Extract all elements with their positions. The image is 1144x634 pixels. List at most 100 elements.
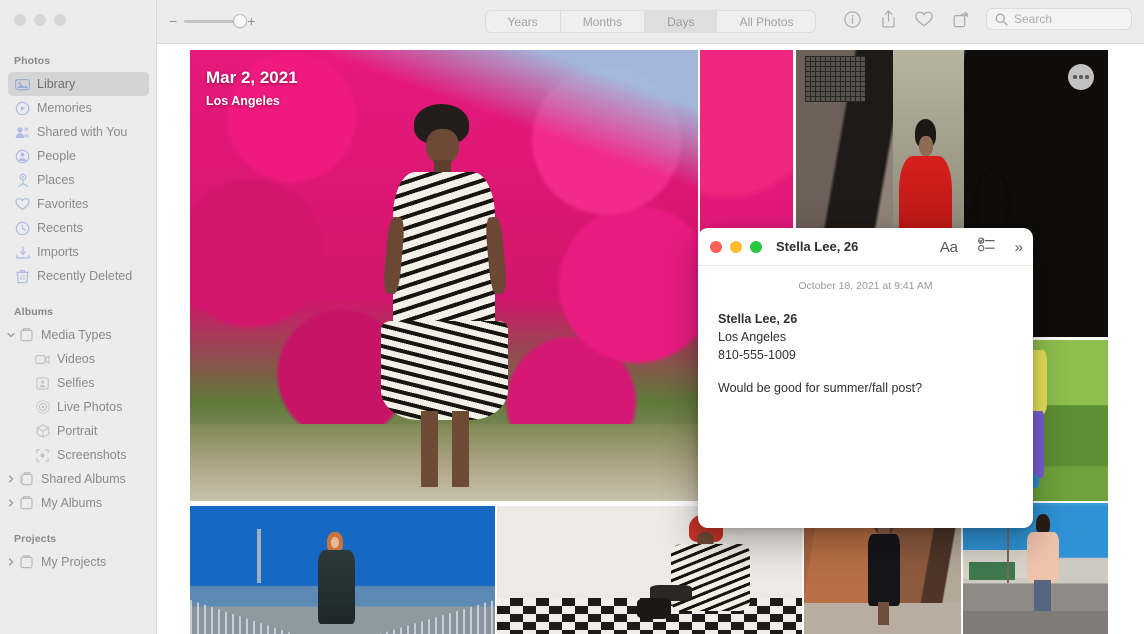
sidebar-item-memories[interactable]: Memories (8, 96, 149, 120)
import-icon (14, 244, 31, 261)
sidebar-item-live-photos[interactable]: Live Photos (8, 395, 149, 419)
disclosure-collapsed-icon[interactable] (6, 558, 16, 566)
notes-titlebar[interactable]: Stella Lee, 26 Aa » (698, 228, 1033, 266)
format-text-button[interactable]: Aa (940, 239, 958, 256)
sidebar-item-label: Screenshots (57, 448, 127, 462)
notes-title-text: Stella Lee, 26 (776, 239, 859, 254)
people-icon (14, 148, 31, 165)
sidebar-item-imports[interactable]: Imports (8, 240, 149, 264)
notes-close-button[interactable] (710, 240, 722, 253)
sidebar-item-selfies[interactable]: Selfies (8, 371, 149, 395)
sidebar-item-label: Favorites (37, 197, 89, 211)
clock-icon (14, 220, 31, 237)
sidebar-item-my-projects[interactable]: My Projects (8, 550, 149, 574)
selfie-icon (34, 375, 51, 392)
sidebar-item-favorites[interactable]: Favorites (8, 192, 149, 216)
expand-chevron-icon[interactable]: » (1015, 239, 1023, 256)
disclosure-expanded-icon[interactable] (6, 331, 16, 339)
sidebar-item-label: Library (37, 77, 76, 91)
favorite-icon[interactable] (914, 9, 934, 29)
folder-icon (18, 554, 35, 571)
tab-days[interactable]: Days (645, 11, 718, 32)
video-icon (34, 351, 51, 368)
sidebar-item-label: Media Types (41, 328, 112, 342)
tab-all-photos[interactable]: All Photos (717, 11, 815, 32)
info-icon[interactable] (842, 9, 862, 29)
search-input[interactable]: Search (986, 8, 1132, 30)
zoom-button[interactable] (54, 14, 66, 26)
disclosure-collapsed-icon[interactable] (6, 475, 16, 483)
sidebar-item-people[interactable]: People (8, 144, 149, 168)
sidebar-item-recently-deleted[interactable]: Recently Deleted (8, 264, 149, 288)
sidebar-item-shared-albums[interactable]: Shared Albums (8, 467, 149, 491)
tab-months[interactable]: Months (561, 11, 646, 32)
sidebar-section-albums: Albums (14, 306, 54, 318)
shared-folder-icon (18, 471, 35, 488)
sidebar-item-library[interactable]: Library (8, 72, 149, 96)
disclosure-collapsed-icon[interactable] (6, 499, 16, 507)
minimize-button[interactable] (34, 14, 46, 26)
sidebar-item-label: Live Photos (57, 400, 123, 414)
heart-icon (14, 196, 31, 213)
sidebar-item-videos[interactable]: Videos (8, 347, 149, 371)
sidebar-section-photos: Photos (14, 55, 51, 67)
sidebar-item-label: Recents (37, 221, 83, 235)
notes-traffic-lights[interactable] (710, 240, 762, 253)
sidebar-item-label: My Projects (41, 555, 107, 569)
folder-icon (18, 495, 35, 512)
note-line: 810-555-1009 (718, 348, 796, 362)
live-photo-icon (34, 399, 51, 416)
portrait-icon (34, 423, 51, 440)
sidebar-item-label: Shared Albums (41, 472, 126, 486)
sidebar-item-portrait[interactable]: Portrait (8, 419, 149, 443)
sidebar-item-label: My Albums (41, 496, 103, 510)
zoom-out-label[interactable]: − (169, 14, 177, 28)
view-mode-segmented-control[interactable]: Years Months Days All Photos (484, 10, 817, 33)
notes-timestamp: October 18, 2021 at 9:41 AM (798, 280, 933, 292)
sidebar-list-photos: Library Memories Shared with You People … (0, 72, 156, 288)
photo-tile-hero[interactable]: Mar 2, 2021 Los Angeles (190, 50, 698, 501)
sidebar-item-my-albums[interactable]: My Albums (8, 491, 149, 515)
photo-tile-bridge[interactable] (190, 506, 495, 634)
zoom-slider-track[interactable] (184, 14, 248, 28)
photo-tile-greenery[interactable] (1030, 340, 1108, 501)
notes-minimize-button[interactable] (730, 240, 742, 253)
zoom-slider-knob[interactable] (233, 14, 248, 28)
screenshot-icon (34, 447, 51, 464)
tab-years[interactable]: Years (486, 11, 561, 32)
notes-window[interactable]: Stella Lee, 26 Aa » October 18, 2021 at … (698, 228, 1033, 528)
sidebar-item-label: Imports (37, 245, 79, 259)
rotate-icon[interactable] (950, 9, 970, 29)
library-icon (14, 76, 31, 93)
note-line: Stella Lee, 26 (718, 312, 798, 326)
notes-body[interactable]: October 18, 2021 at 9:41 AM Stella Lee, … (698, 266, 1033, 397)
sidebar-item-label: Shared with You (37, 125, 128, 139)
toolbar-actions: Search (842, 8, 1132, 30)
close-button[interactable] (14, 14, 26, 26)
sidebar-section-projects: Projects (14, 533, 57, 545)
toolbar: − + Years Months Days All Photos Search (157, 0, 1144, 44)
sidebar-item-media-types[interactable]: Media Types (6, 323, 149, 347)
share-icon[interactable] (878, 9, 898, 29)
zoom-in-label[interactable]: + (247, 14, 255, 28)
sidebar-item-label: Places (37, 173, 75, 187)
notes-zoom-button[interactable] (750, 240, 762, 253)
more-options-button[interactable] (1068, 64, 1094, 90)
sidebar-list-albums: Media Types Videos Selfies Live Photos P… (0, 323, 156, 515)
sidebar-item-places[interactable]: Places (8, 168, 149, 192)
sidebar-item-label: Portrait (57, 424, 98, 438)
zoom-slider[interactable]: − + (169, 14, 255, 28)
sidebar-item-shared-with-you[interactable]: Shared with You (8, 120, 149, 144)
memories-icon (14, 100, 31, 117)
sidebar-list-projects: My Projects (0, 550, 156, 574)
note-line: Los Angeles (718, 330, 787, 344)
sidebar-item-label: Memories (37, 101, 92, 115)
sidebar-item-recents[interactable]: Recents (8, 216, 149, 240)
shared-with-you-icon (14, 124, 31, 141)
folder-icon (18, 327, 35, 344)
window-traffic-lights[interactable] (14, 14, 66, 26)
checklist-icon[interactable] (977, 237, 995, 257)
search-icon (995, 13, 1008, 26)
sidebar-item-screenshots[interactable]: Screenshots (8, 443, 149, 467)
notes-toolbar: Aa » (940, 228, 1023, 266)
